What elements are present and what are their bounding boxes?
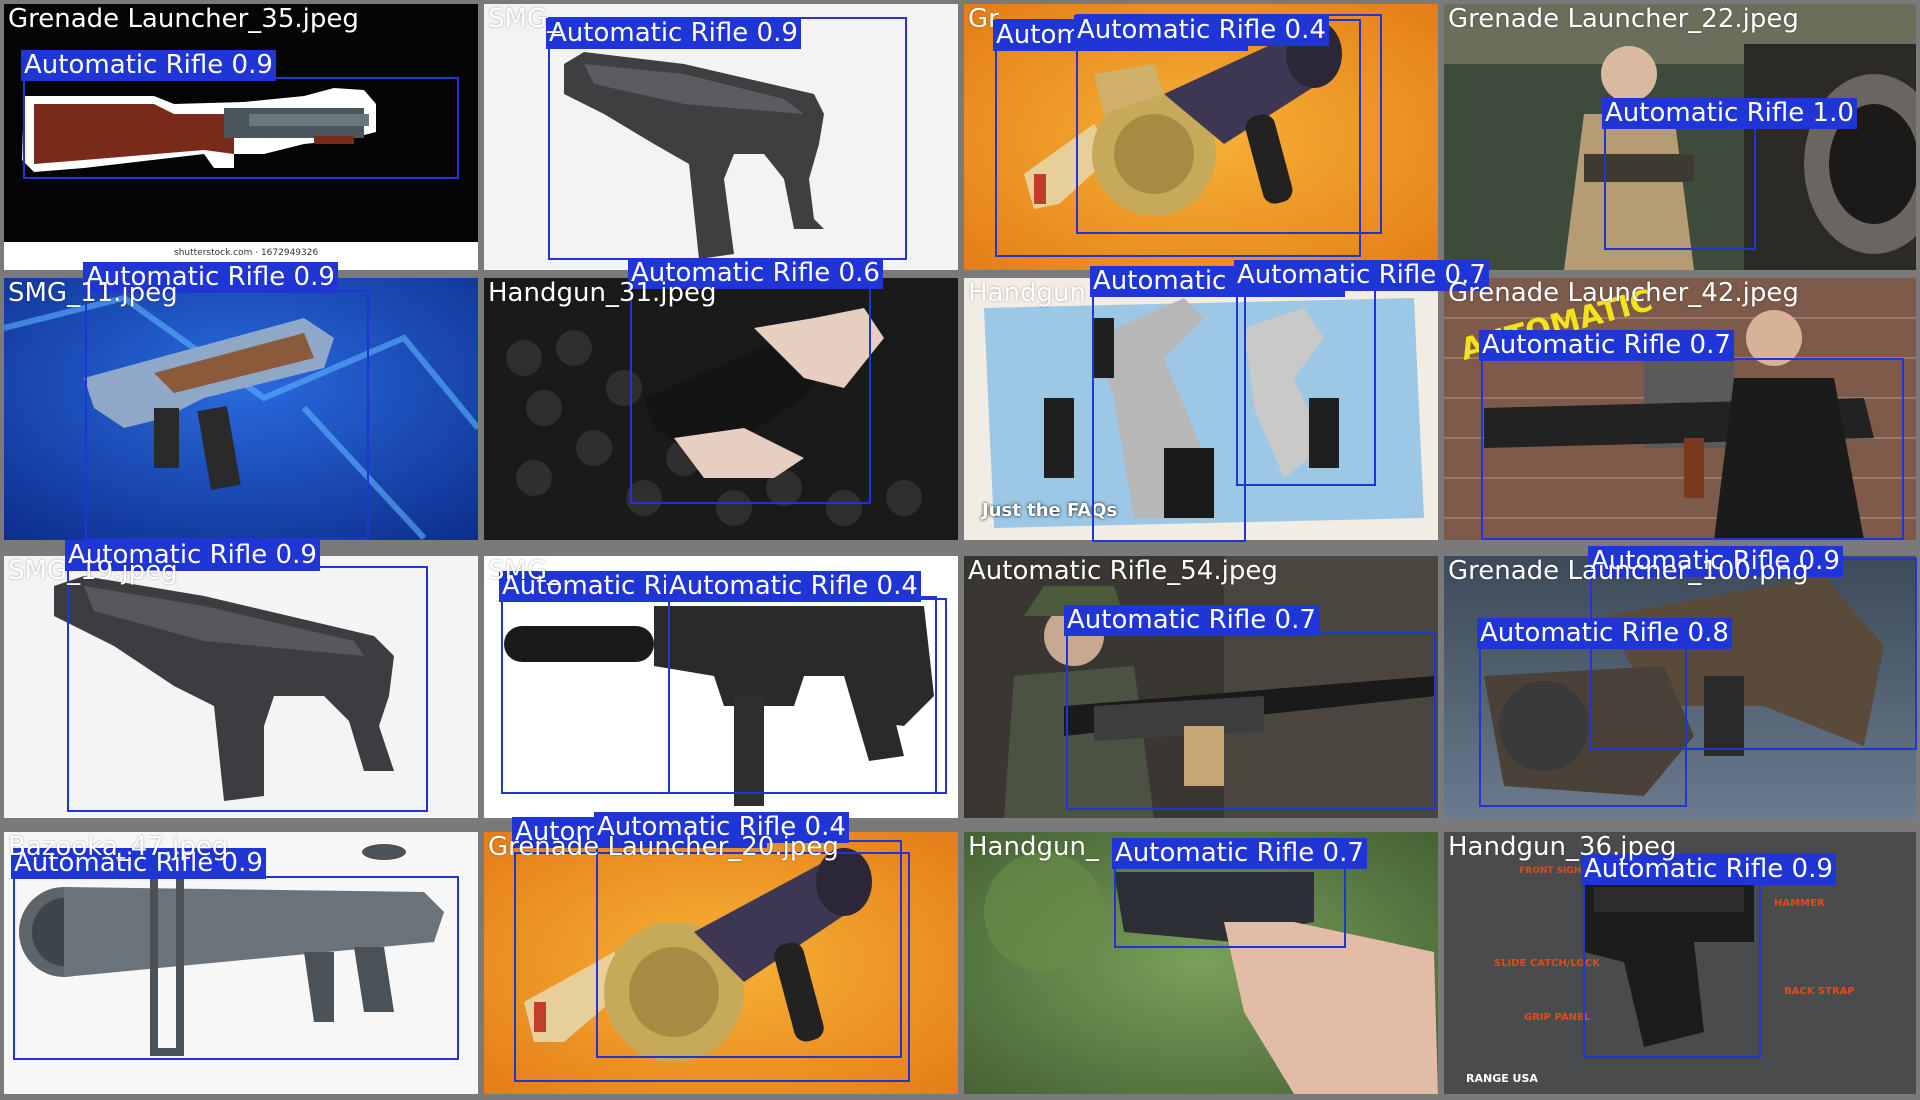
tile-filename: Bazooka_47.jpeg <box>8 832 229 862</box>
brand-logo-text: RANGE USA <box>1466 1072 1538 1085</box>
tile-filename: Grenade Launcher_35.jpeg <box>8 4 359 34</box>
tile-automatic-rifle-54: Automatic Rifle_54.jpeg <box>964 556 1438 818</box>
tile-image <box>964 4 1438 270</box>
tile-grenade-launcher-orange: Gr <box>964 4 1438 270</box>
tile-filename: Gr <box>968 4 999 34</box>
tile-filename: Grenade Launcher_22.jpeg <box>1448 4 1799 34</box>
tile-image <box>484 4 958 270</box>
tile-image <box>1444 556 1916 818</box>
tile-filename: Grenade Launcher_42.jpeg <box>1448 278 1799 308</box>
tile-image <box>484 832 958 1094</box>
tile-bazooka-47: Bazooka_47.jpeg <box>4 832 478 1094</box>
callout-grip-panel: GRIP PANEL <box>1524 1012 1591 1023</box>
tile-image <box>964 556 1438 818</box>
callout-hammer: HAMMER <box>1774 898 1825 909</box>
tile-smg-11: SMG_11.jpeg <box>4 278 478 540</box>
tile-filename: SMG_19.jpeg <box>8 556 178 586</box>
tile-smg-2: SMG_ <box>484 556 958 818</box>
tile-image <box>4 4 478 270</box>
tile-smg-1: SMG_ <box>484 4 958 270</box>
tile-handgun-faqs: Handgun Just the FAQs <box>964 278 1438 540</box>
tile-grenade-launcher-35: Grenade Launcher_35.jpeg shutterstock.co… <box>4 4 478 270</box>
callout-slide-catch: SLIDE CATCH/LOCK <box>1494 958 1600 969</box>
tile-image <box>484 556 958 818</box>
detection-grid: Grenade Launcher_35.jpeg shutterstock.co… <box>0 0 1920 1100</box>
tile-image <box>4 556 478 818</box>
tile-handgun-outdoor: Handgun_ <box>964 832 1438 1094</box>
tile-smg-19: SMG_19.jpeg <box>4 556 478 818</box>
tile-image <box>4 278 478 540</box>
tile-filename: Handgun_ <box>968 832 1099 862</box>
tile-filename: Handgun <box>968 278 1086 308</box>
tile-handgun-36: Handgun_36.jpeg FRONT SIGHT HAMMER SLIDE… <box>1444 832 1916 1094</box>
tile-filename: Handgun_36.jpeg <box>1448 832 1677 862</box>
tile-grenade-launcher-20: Grenade Launcher_20.jpeg <box>484 832 958 1094</box>
tile-grenade-launcher-22: Grenade Launcher_22.jpeg <box>1444 4 1916 270</box>
tile-filename: SMG_ <box>488 556 561 586</box>
tile-filename: Handgun_31.jpeg <box>488 278 717 308</box>
tile-grenade-launcher-100: Grenade Launcher_100.png <box>1444 556 1916 818</box>
tile-filename: SMG_11.jpeg <box>8 278 178 308</box>
tile-filename: Automatic Rifle_54.jpeg <box>968 556 1278 586</box>
tile-grenade-launcher-42: Grenade Launcher_42.jpeg AUTOMATIC <box>1444 278 1916 540</box>
tile-filename: Grenade Launcher_100.png <box>1448 556 1809 586</box>
tile-handgun-31: Handgun_31.jpeg <box>484 278 958 540</box>
tile-image <box>1444 4 1916 270</box>
callout-back-strap: BACK STRAP <box>1784 986 1855 997</box>
tile-image <box>4 832 478 1094</box>
tile-image <box>964 832 1438 1094</box>
tile-image <box>484 278 958 540</box>
tile-filename: Grenade Launcher_20.jpeg <box>488 832 839 862</box>
callout-front-sight: FRONT SIGHT <box>1519 866 1588 876</box>
tile-filename: SMG_ <box>488 4 561 34</box>
faqs-caption: Just the FAQs <box>982 500 1118 521</box>
watermark-text: shutterstock.com · 1672949326 <box>174 248 319 258</box>
